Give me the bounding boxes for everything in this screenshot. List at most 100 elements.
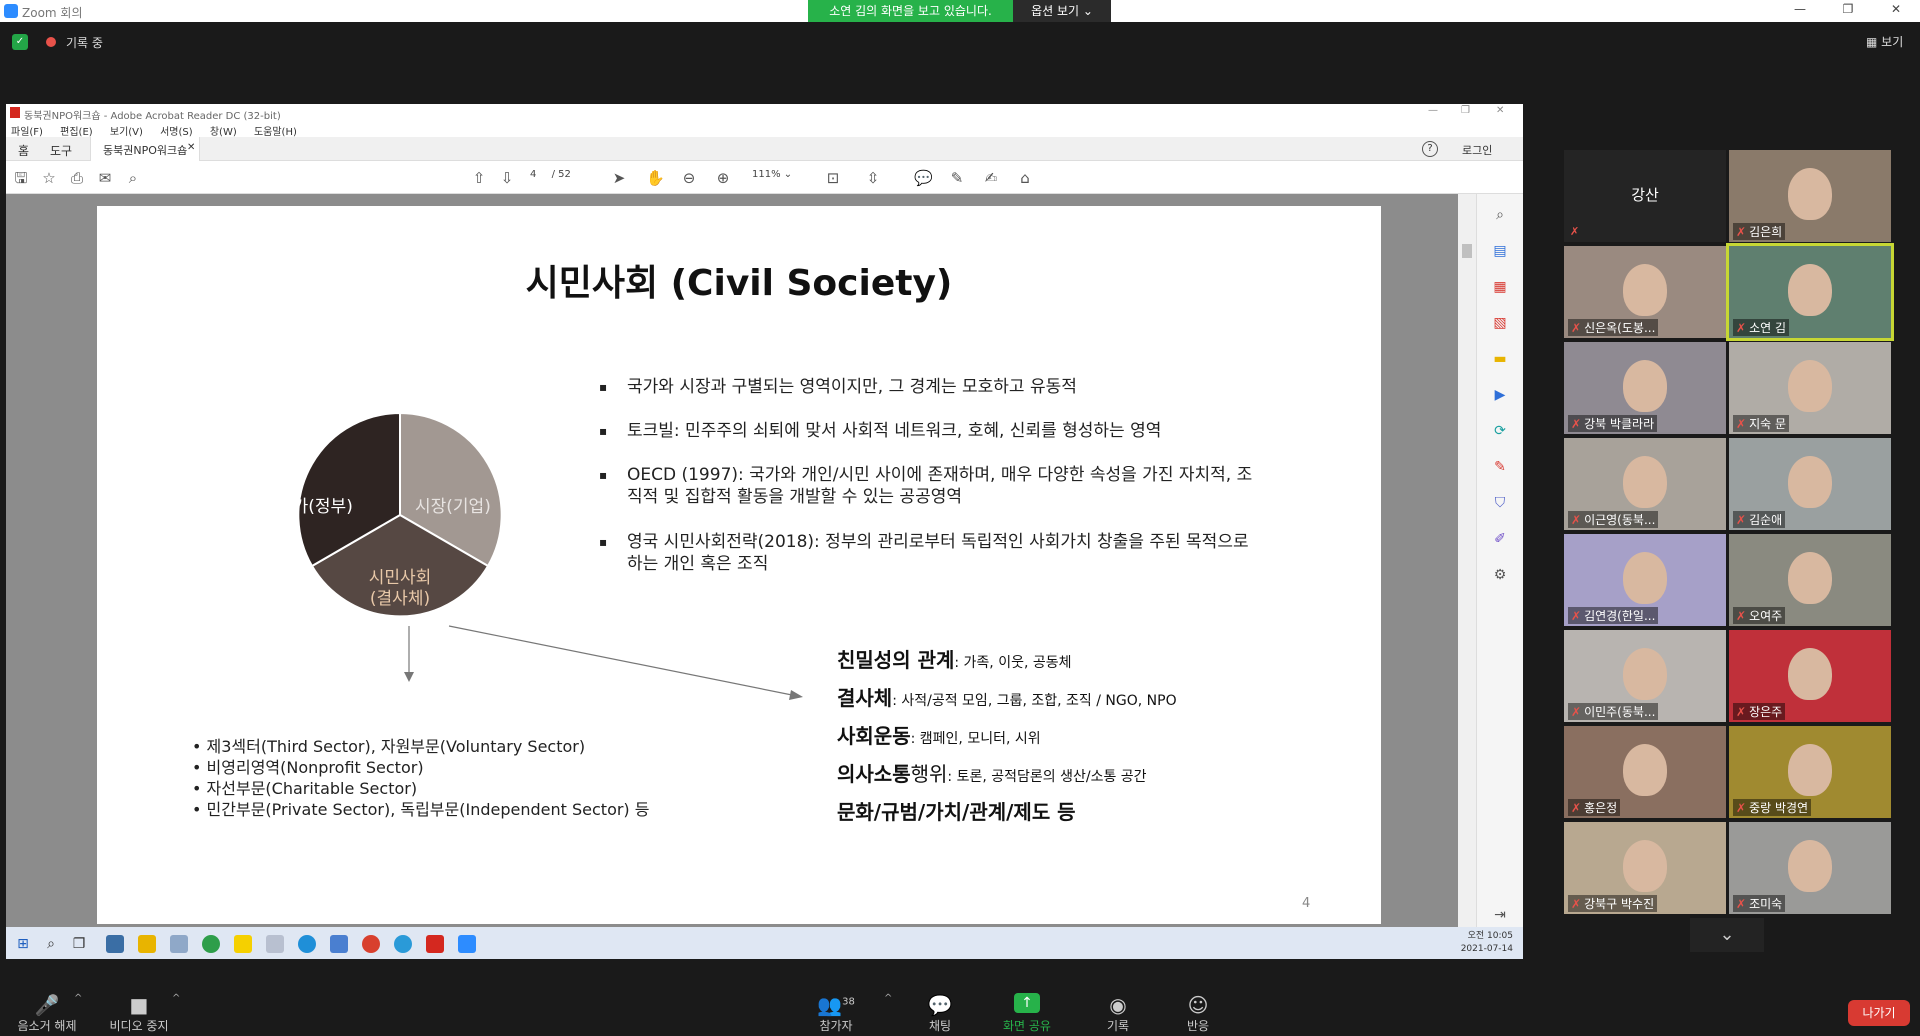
organize-pages-icon[interactable]: ▦ (1491, 278, 1509, 296)
participant-name: ✗ 이근영(동북... (1568, 511, 1659, 528)
acro-maximize-icon[interactable]: ❐ (1461, 105, 1470, 116)
gallery-scroll-down-icon[interactable]: ⌄ (1690, 918, 1764, 952)
mic-muted-icon: ✗ (1736, 417, 1747, 431)
network-app-icon[interactable] (266, 935, 284, 953)
chat-button[interactable]: 💬 채팅 (918, 993, 962, 1034)
share-tool-icon[interactable]: ⟳ (1491, 422, 1509, 440)
minimize-icon[interactable]: — (1780, 2, 1820, 20)
save-icon[interactable]: 🖫 (12, 169, 30, 187)
create-pdf-icon[interactable]: ▤ (1491, 242, 1509, 260)
participant-name: ✗ 이민주(동북... (1568, 703, 1659, 720)
leave-button[interactable]: 나가기 (1848, 1000, 1910, 1026)
record-button[interactable]: ◉ 기록 (1098, 993, 1138, 1034)
tag-icon[interactable]: ⌂ (1016, 169, 1034, 187)
select-cursor-icon[interactable]: ➤ (610, 169, 628, 187)
fit-page-icon[interactable]: ⊡ (824, 169, 842, 187)
comment-icon[interactable]: 💬 (914, 169, 933, 187)
zoom-in-icon[interactable]: ⊕ (714, 169, 732, 187)
highlight-icon[interactable]: ✎ (948, 169, 966, 187)
comment-tool-icon[interactable]: ▬ (1491, 350, 1509, 368)
participant-tile[interactable]: 강산 ✗ (1564, 150, 1726, 242)
kakaotalk-icon[interactable] (234, 935, 252, 953)
participants-button[interactable]: 👥38 참가자 (808, 993, 864, 1034)
participant-tile[interactable]: ✗ 강북 박클라라 (1564, 342, 1726, 434)
fill-sign-icon[interactable]: ✎ (1491, 458, 1509, 476)
view-button[interactable]: ▦ 보기 (1866, 33, 1903, 50)
task-view-icon[interactable]: ❐ (70, 935, 88, 953)
vertical-scrollbar[interactable] (1458, 194, 1476, 934)
participant-tile[interactable]: ✗ 김순애 (1729, 438, 1891, 530)
reactions-button[interactable]: ☺ 반응 (1178, 993, 1218, 1034)
hand-icon[interactable]: ✋ (646, 169, 665, 187)
acrobat-taskbar-icon[interactable] (426, 935, 444, 953)
page-number-field[interactable]: 4 / 52 (530, 169, 590, 187)
participant-tile[interactable]: ✗ 김은희 (1729, 150, 1891, 242)
acro-minimize-icon[interactable]: — (1428, 105, 1438, 116)
zoom-tool-icon[interactable]: ⌕ (1491, 206, 1509, 224)
star-icon[interactable]: ☆ (40, 169, 58, 187)
zoom-out-icon[interactable]: ⊖ (680, 169, 698, 187)
relation-item: 사회운동: 캠페인, 모니터, 시위 (837, 720, 1041, 749)
participant-tile[interactable]: ✗ 조미숙 (1729, 822, 1891, 914)
paint-icon[interactable] (170, 935, 188, 953)
scroll-mode-icon[interactable]: ⇳ (864, 169, 882, 187)
participant-tile[interactable]: ✗ 지숙 문 (1729, 342, 1891, 434)
recording-label[interactable]: 기록 중 (66, 34, 103, 51)
search-icon[interactable]: ⌕ (124, 169, 142, 187)
maximize-icon[interactable]: ❐ (1828, 2, 1868, 20)
tab-home[interactable]: 홈 (18, 142, 29, 159)
app-icon[interactable] (330, 935, 348, 953)
participants-chevron-icon[interactable]: ^ (884, 993, 892, 1004)
tab-tools[interactable]: 도구 (50, 142, 72, 159)
export-pdf-icon[interactable]: ▧ (1491, 314, 1509, 332)
close-icon[interactable]: ✕ (1876, 2, 1916, 20)
taskbar-clock[interactable]: 오전 10:05 2021-07-14 (1461, 930, 1513, 956)
chrome-icon[interactable] (202, 935, 220, 953)
unmute-button[interactable]: 🎤 음소거 해제 (12, 993, 82, 1034)
edge-icon[interactable] (298, 935, 316, 953)
acro-close-icon[interactable]: ✕ (1496, 105, 1504, 116)
file-explorer-icon[interactable] (138, 935, 156, 953)
participant-tile[interactable]: ✗ 신은옥(도봉... (1564, 246, 1726, 338)
share-screen-button[interactable]: ↑ 화면 공유 (994, 993, 1060, 1034)
participant-tile[interactable]: ✗ 홍은정 (1564, 726, 1726, 818)
participant-tile[interactable]: ✗ 오여주 (1729, 534, 1891, 626)
email-icon[interactable]: ✉ (96, 169, 114, 187)
login-link[interactable]: 로그인 (1462, 142, 1492, 158)
participant-tile[interactable]: ✗ 중랑 박경연 (1729, 726, 1891, 818)
tab-document[interactable]: 동북권NPO워크숍 ✕ (90, 137, 200, 161)
doc-tab-close-icon[interactable]: ✕ (187, 142, 195, 153)
prev-page-icon[interactable]: ⇧ (470, 169, 488, 187)
participant-tile[interactable]: ✗ 김연경(한일... (1564, 534, 1726, 626)
collapse-pane-icon[interactable]: ⇥ (1491, 906, 1509, 924)
audio-options-chevron-icon[interactable]: ^ (74, 993, 82, 1004)
zoom-taskbar-icon[interactable] (458, 935, 476, 953)
participant-tile[interactable]: ✗ 소연 김 (1726, 243, 1894, 341)
help-icon[interactable]: ? (1422, 141, 1438, 157)
certificate-icon[interactable]: ✐ (1491, 530, 1509, 548)
print-icon[interactable]: ⎙ (68, 169, 86, 187)
participant-tile[interactable]: ✗ 이근영(동북... (1564, 438, 1726, 530)
chrome-alt-icon[interactable] (362, 935, 380, 953)
participant-tile[interactable]: ✗ 강북구 박수진 (1564, 822, 1726, 914)
relation-sub: : 가족, 이웃, 공동체 (954, 655, 1072, 671)
taskbar-search-icon[interactable]: ⌕ (42, 935, 60, 953)
view-options-button[interactable]: 옵션 보기 ⌄ (1013, 0, 1111, 22)
send-icon[interactable]: ▶ (1491, 386, 1509, 404)
protect-icon[interactable]: ⛉ (1491, 494, 1509, 512)
shield-icon[interactable]: ✓ (12, 34, 28, 50)
participant-tile[interactable]: ✗ 이민주(동북... (1564, 630, 1726, 722)
telegram-icon[interactable] (394, 935, 412, 953)
more-tools-icon[interactable]: ⚙ (1491, 566, 1509, 584)
participant-tile[interactable]: ✗ 장은주 (1729, 630, 1891, 722)
desktop-app-icon[interactable] (106, 935, 124, 953)
zoom-level-field[interactable]: 111% ⌄ (752, 169, 812, 187)
scroll-thumb[interactable] (1462, 244, 1472, 258)
video-options-chevron-icon[interactable]: ^ (172, 993, 180, 1004)
next-page-icon[interactable]: ⇩ (498, 169, 516, 187)
page-current[interactable]: 4 (530, 169, 536, 180)
windows-start-icon[interactable]: ⊞ (14, 935, 32, 953)
stop-video-button[interactable]: ■ 비디오 중지 (104, 993, 174, 1034)
tools-pane: ⌕ ▤ ▦ ▧ ▬ ▶ ⟳ ✎ ⛉ ✐ ⚙ ⇥ (1476, 194, 1523, 934)
sign-icon[interactable]: ✍ (982, 169, 1000, 187)
